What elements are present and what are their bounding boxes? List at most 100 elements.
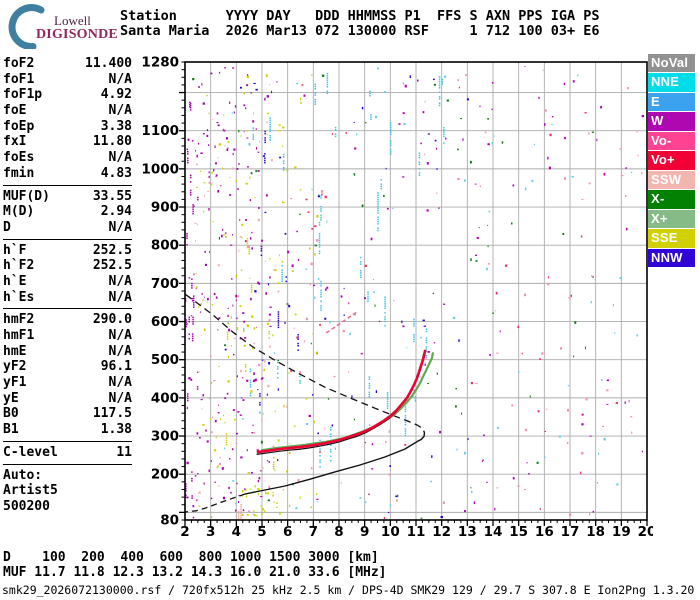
x-tick-label: 6 <box>283 524 292 540</box>
param-value: 1.38 <box>100 422 132 438</box>
param-row-yF2: yF2 96.1 <box>3 359 132 375</box>
x-tick-label: 19 <box>612 524 631 540</box>
muf-row: MUF 11.7 11.8 12.3 13.2 14.3 16.0 21.0 3… <box>3 564 387 580</box>
param-label: h`Es <box>3 289 35 305</box>
x-tick-label: 13 <box>458 524 477 540</box>
lowell-digisonde-logo: Lowell DIGISONDE <box>2 3 118 49</box>
y-tick-label: 900 <box>151 200 179 216</box>
y-tick-label: 700 <box>151 276 179 292</box>
param-value: 117.5 <box>92 406 132 422</box>
param-row-B0: B0 117.5 <box>3 406 132 422</box>
param-row-foE: foE N/A <box>3 103 132 119</box>
param-label: B0 <box>3 406 19 422</box>
param-value: N/A <box>108 289 132 305</box>
param-label: yF1 <box>3 375 27 391</box>
x-tick-label: 12 <box>432 524 451 540</box>
y-tick-label: 1280 <box>141 55 179 71</box>
param-value: 11.80 <box>92 134 132 150</box>
param-row-MUFD: MUF(D) 33.55 <box>3 189 132 205</box>
noise-cyan-streaks <box>249 72 445 468</box>
echo-noise-speckles <box>185 66 644 520</box>
param-label: Auto: <box>3 467 43 483</box>
o-mode-trace <box>256 349 427 454</box>
x-tick-label: 8 <box>334 524 343 540</box>
param-separator <box>3 463 132 465</box>
param-label: D <box>3 219 11 235</box>
param-value: 252.5 <box>92 242 132 258</box>
noise-green-scatter <box>192 74 595 519</box>
param-row-B1: B1 1.38 <box>3 422 132 438</box>
param-label: foF1 <box>3 71 35 87</box>
y-axis-labels: 1280 1100 1000 900 800 700 600 500 400 300 200 80 <box>141 55 179 529</box>
param-value: 33.55 <box>92 188 132 204</box>
header-column-titles: Station YYYY DAY DDD HHMMSS P1 FFS S AXN… <box>120 8 600 24</box>
param-value: 4.83 <box>100 165 132 181</box>
legend-item-Vo+: Vo+ <box>648 151 695 170</box>
param-label: foEp <box>3 118 35 134</box>
param-row-Clevel: C-level 11 <box>3 445 132 461</box>
param-label: M(D) <box>3 204 35 220</box>
param-value: 290.0 <box>92 312 132 328</box>
legend-item-Vo-: Vo- <box>648 131 695 151</box>
param-row-500200: 500200 <box>3 499 132 515</box>
param-row-fxI: fxI 11.80 <box>3 134 132 150</box>
param-value: 96.1 <box>100 359 132 375</box>
noise-blue-streaks <box>259 130 299 406</box>
param-value: 252.5 <box>92 258 132 274</box>
param-row-foF2: foF2 11.400 <box>3 56 132 72</box>
axis-ticks <box>179 61 648 526</box>
param-separator <box>3 238 132 240</box>
param-row-yE: yE N/A <box>3 391 132 407</box>
x-tick-label: 7 <box>309 524 318 540</box>
legend-item-SSW: SSW <box>648 170 695 190</box>
param-row-hEs: h`Es N/A <box>3 290 132 306</box>
ionogram-page: Lowell DIGISONDE Station YYYY DAY DDD HH… <box>0 0 700 600</box>
param-label: hmE <box>3 343 27 359</box>
param-label: foF1p <box>3 87 43 103</box>
x-tick-label: 15 <box>509 524 528 540</box>
param-row-yF1: yF1 N/A <box>3 375 132 391</box>
param-value: N/A <box>108 390 132 406</box>
legend-item-E: E <box>648 92 695 112</box>
param-label: Artist5 <box>3 483 58 499</box>
d-row: D 100 200 400 600 800 1000 1500 3000 [km… <box>3 550 379 565</box>
x-tick-label: 10 <box>381 524 400 540</box>
legend-item-X+: X+ <box>648 209 695 229</box>
param-value: N/A <box>108 343 132 359</box>
legend-item-SSE: SSE <box>648 229 695 248</box>
x-tick-label: 9 <box>360 524 369 540</box>
echo-type-legend: NoVal NNE E W Vo- Vo+ SSW X- X+ SSE NNW <box>648 54 695 268</box>
param-separator <box>3 308 132 310</box>
param-row-foEs: foEs N/A <box>3 150 132 166</box>
ionogram-plot: 2 3 4 5 6 7 8 9 10 11 12 13 14 15 16 17 18 19 20 1280 1100 10… <box>141 55 653 541</box>
param-row-Artist5: Artist5 <box>3 483 132 499</box>
y-tick-label: 600 <box>151 314 179 330</box>
noise-cyan-scatter <box>224 67 639 510</box>
transmission-curve-dashed-upper <box>185 294 425 432</box>
gridlines <box>185 62 647 520</box>
y-tick-label: 300 <box>151 429 179 445</box>
x-tick-label: 11 <box>407 524 426 540</box>
legend-item-NNW: NNW <box>648 248 695 268</box>
param-label: 500200 <box>3 498 50 514</box>
x-tick-label: 5 <box>257 524 266 540</box>
noise-magenta-scatter-left <box>186 67 272 512</box>
y-tick-label: 80 <box>160 513 179 529</box>
param-value: 11 <box>116 444 132 460</box>
param-label: foF2 <box>3 56 35 71</box>
param-row-hmF2: hmF2 290.0 <box>3 312 132 328</box>
param-value: N/A <box>108 71 132 87</box>
parameter-panel: foF2 11.400 foF1 N/A foF1p 4.92 foE N/A foEp 3.38… <box>3 56 132 515</box>
param-value: N/A <box>108 273 132 289</box>
y-tick-label: 200 <box>151 467 179 483</box>
param-row-hmE: hmE N/A <box>3 344 132 360</box>
param-row-D: D N/A <box>3 220 132 236</box>
param-label: hmF1 <box>3 328 35 343</box>
param-value: 11.400 <box>85 56 132 71</box>
legend-item-W: W <box>648 112 695 131</box>
noise-yellow-streaks <box>225 237 275 498</box>
param-label: fxI <box>3 134 27 150</box>
param-value: 4.92 <box>100 87 132 103</box>
param-label: yF2 <box>3 359 27 375</box>
param-row-foF1: foF1 N/A <box>3 72 132 88</box>
